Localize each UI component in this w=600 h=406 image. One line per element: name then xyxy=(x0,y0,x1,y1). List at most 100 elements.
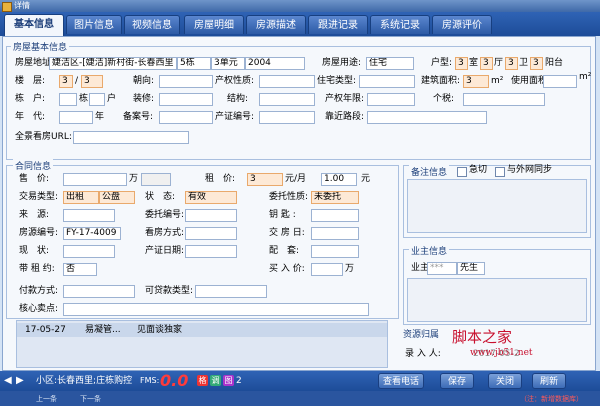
vr-label: 全景看房URL: xyxy=(15,132,72,142)
loan-field[interactable] xyxy=(195,285,267,298)
kitchens-field[interactable]: 3 xyxy=(505,57,518,70)
hu-field[interactable] xyxy=(89,93,105,106)
status-label: 状 态: xyxy=(145,192,176,202)
tab-videos[interactable]: 视频信息 xyxy=(124,15,180,34)
area-label: 建筑面积: xyxy=(421,76,461,86)
cert-field[interactable] xyxy=(259,111,315,124)
district-field[interactable]: 婕洁区-[婕洁]新村街-长春西里 xyxy=(49,57,177,70)
vr-field[interactable] xyxy=(73,131,189,144)
next-record-link[interactable]: 下一条 xyxy=(80,394,101,404)
ridge-field[interactable] xyxy=(59,93,77,106)
tab-images[interactable]: 图片信息 xyxy=(66,15,122,34)
close-button[interactable]: 关闭 xyxy=(488,373,522,389)
tab-followups[interactable]: 跟进记录 xyxy=(308,15,368,34)
sale-field[interactable] xyxy=(63,173,127,186)
fms-label: FMS: xyxy=(140,376,160,385)
road-field[interactable] xyxy=(367,111,487,124)
trade-field[interactable]: 出租 xyxy=(63,191,99,204)
rent-field[interactable]: 3 xyxy=(247,173,283,186)
buy-price-field[interactable] xyxy=(311,263,343,276)
sync-label: 与外网同步 xyxy=(507,165,553,175)
source-label: 来 源: xyxy=(19,210,50,220)
owner-name-field[interactable]: *** xyxy=(427,262,457,275)
remarks-textarea[interactable] xyxy=(407,179,587,233)
buy-price-unit: 万 xyxy=(345,264,355,274)
owner-title: 业主信息 xyxy=(409,244,450,257)
handover-field[interactable] xyxy=(311,227,359,240)
record-field[interactable] xyxy=(159,111,213,124)
tab-house-detail[interactable]: 房屋明细 xyxy=(184,15,244,34)
halls-unit: 厅 xyxy=(494,58,504,68)
tab-bar: 基本信息 图片信息 视频信息 房屋明细 房源描述 跟进记录 系统记录 房源评价 xyxy=(0,12,600,36)
source-field[interactable] xyxy=(63,209,115,222)
property-field[interactable] xyxy=(259,75,315,88)
decor-field[interactable] xyxy=(159,93,213,106)
handover-label: 交 房 日: xyxy=(269,228,305,238)
furnish-field[interactable] xyxy=(311,245,359,258)
view-phone-button[interactable]: 查看电话 xyxy=(378,373,424,389)
current-field[interactable] xyxy=(63,245,115,258)
tax-field[interactable] xyxy=(463,93,545,106)
tab-description[interactable]: 房源描述 xyxy=(246,15,306,34)
entrust-no-field[interactable] xyxy=(185,209,237,222)
rent2-field[interactable]: 1.00 xyxy=(321,173,357,186)
community-text: 小区:长春西里;庄栋购控 xyxy=(36,376,133,386)
cert-date-field[interactable] xyxy=(185,245,237,258)
struct-field[interactable] xyxy=(259,93,315,106)
layout-label: 户型: xyxy=(431,58,453,68)
urgent-checkbox[interactable] xyxy=(457,167,467,177)
delegation-label: 委托性质: xyxy=(269,192,309,202)
delegation-field[interactable]: 未委托 xyxy=(311,191,359,204)
status-field[interactable]: 有效 xyxy=(185,191,237,204)
year-field[interactable] xyxy=(59,111,93,124)
building-field[interactable]: 5栋 xyxy=(177,57,211,70)
core-field[interactable] xyxy=(63,303,369,316)
facing-field[interactable] xyxy=(159,75,213,88)
trade2-field[interactable]: 公盘 xyxy=(99,191,135,204)
next-arrow-icon[interactable]: ▶ xyxy=(16,371,24,391)
followup-row[interactable]: 17-05-27 易凝管... 见面谈独家 xyxy=(17,323,387,337)
with-rent-field[interactable]: 否 xyxy=(63,263,97,276)
ridge-suffix: 栋 xyxy=(79,94,89,104)
facing-label: 朝向: xyxy=(133,76,155,86)
unit-field[interactable]: 3单元 xyxy=(211,57,245,70)
usage-field[interactable]: 住宅 xyxy=(366,57,414,70)
owner-title-field[interactable]: 先生 xyxy=(457,262,485,275)
sale-extra-field[interactable] xyxy=(141,173,171,186)
tab-review[interactable]: 房源评价 xyxy=(432,15,492,34)
room-field[interactable]: 2004 xyxy=(245,57,305,70)
fms-value: 0.0 xyxy=(160,371,189,390)
prev-record-link[interactable]: 上一条 xyxy=(36,394,57,404)
key-field[interactable] xyxy=(311,209,359,222)
sync-checkbox[interactable] xyxy=(495,167,505,177)
save-button[interactable]: 保存 xyxy=(440,373,474,389)
baths-field[interactable]: 3 xyxy=(530,57,543,70)
rooms-field[interactable]: 3 xyxy=(455,57,468,70)
entrust-no-label: 委托编号: xyxy=(145,210,185,220)
cert-label: 产证编号: xyxy=(215,112,255,122)
floor-label: 楼 层: xyxy=(15,76,46,86)
view-mode-field[interactable] xyxy=(185,227,237,240)
halls-field[interactable]: 3 xyxy=(480,57,493,70)
property-label: 产权性质: xyxy=(215,76,255,86)
badge-b[interactable]: 调 xyxy=(210,375,221,386)
tab-system-log[interactable]: 系统记录 xyxy=(370,15,430,34)
badge-c[interactable]: 图 xyxy=(223,375,234,386)
badge-count: 2 xyxy=(236,376,242,386)
floor-total-field[interactable]: 3 xyxy=(81,75,103,88)
refresh-button[interactable]: 刷新 xyxy=(532,373,566,389)
type-field[interactable] xyxy=(359,75,415,88)
bottom-bar: 上一条 下一条 （注：新增数据库） xyxy=(0,391,600,406)
badge-a[interactable]: 格 xyxy=(197,375,208,386)
tab-basic-info[interactable]: 基本信息 xyxy=(4,14,64,36)
pay-field[interactable] xyxy=(63,285,135,298)
furnish-label: 配 套: xyxy=(269,246,300,256)
usable-field[interactable] xyxy=(543,75,577,88)
floor-field[interactable]: 3 xyxy=(59,75,73,88)
prev-arrow-icon[interactable]: ◀ xyxy=(4,371,12,391)
area-field[interactable]: 3 xyxy=(463,75,489,88)
prop-years-field[interactable] xyxy=(367,93,415,106)
road-label: 靠近路段: xyxy=(325,112,365,122)
house-no-field[interactable]: FY-17-4009 xyxy=(63,227,121,240)
trade-label: 交易类型: xyxy=(19,192,59,202)
